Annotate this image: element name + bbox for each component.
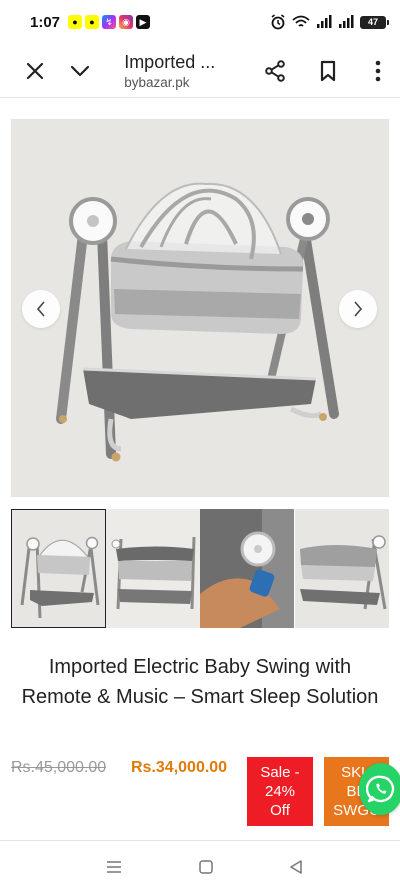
chevron-down-icon — [71, 65, 90, 76]
more-vert-icon — [375, 60, 381, 81]
signal-icon — [339, 15, 354, 28]
signal-icon — [317, 15, 332, 28]
back-icon — [290, 860, 302, 874]
thumbnail-4[interactable] — [294, 509, 390, 628]
youtube-icon: ▶ — [136, 15, 150, 29]
wifi-icon — [292, 15, 310, 27]
thumbnail-image — [12, 510, 105, 627]
whatsapp-icon — [366, 775, 395, 803]
system-status: 47 — [270, 14, 389, 30]
sale-badge-line: Sale - — [260, 764, 300, 781]
thumbnail-3[interactable] — [200, 509, 295, 628]
sale-price: Rs.34,000.00 — [131, 759, 228, 776]
recent-apps-button[interactable] — [102, 855, 126, 879]
close-button[interactable] — [13, 49, 57, 93]
sale-badge-line: 24% — [264, 783, 296, 800]
thumbnail-strip — [11, 509, 389, 628]
browser-toolbar: Imported ... bybazar.pk — [0, 44, 400, 98]
alarm-icon — [271, 14, 285, 30]
battery-icon: 47 — [360, 15, 389, 29]
share-icon — [265, 59, 285, 82]
more-menu-button[interactable] — [356, 49, 400, 93]
bookmark-icon — [320, 60, 335, 81]
instagram-icon: ◉ — [119, 15, 133, 29]
page-url: bybazar.pk — [124, 74, 190, 90]
product-title: Imported Electric Baby Swing with Remote… — [21, 656, 379, 708]
recent-apps-icon — [107, 861, 121, 873]
thumbnail-image — [294, 509, 389, 628]
home-button[interactable] — [194, 855, 218, 879]
thumbnail-image — [200, 509, 294, 628]
minimize-button[interactable] — [59, 49, 103, 93]
snapchat-icon: ● — [85, 15, 99, 29]
next-image-button[interactable] — [339, 290, 377, 328]
snapchat-icon: ● — [68, 15, 82, 29]
sale-badge-line: Off — [270, 802, 290, 819]
original-price: Rs.45,000.00 — [11, 759, 107, 776]
share-button[interactable] — [253, 49, 297, 93]
home-icon — [199, 860, 213, 874]
messenger-icon: ↯ — [102, 15, 116, 29]
close-icon — [26, 62, 43, 79]
status-bar: 1:07 ● ● ↯ ◉ ▶ 47 — [0, 0, 400, 44]
page-title: Imported ... — [124, 51, 216, 72]
previous-image-button[interactable] — [22, 290, 60, 328]
thumbnail-1[interactable] — [11, 509, 106, 628]
bookmark-button[interactable] — [306, 49, 350, 93]
system-nav-bar — [0, 840, 400, 890]
chevron-left-icon — [36, 301, 45, 317]
notification-icons: ● ● ↯ ◉ ▶ — [68, 15, 150, 29]
whatsapp-circle — [359, 763, 400, 815]
thumbnail-image — [105, 509, 200, 628]
chevron-right-icon — [354, 301, 363, 317]
status-time: 1:07 — [30, 13, 61, 31]
back-button[interactable] — [284, 855, 308, 879]
product-main-image[interactable] — [11, 119, 389, 497]
whatsapp-chat-button[interactable] — [359, 763, 400, 815]
thumbnail-2[interactable] — [105, 509, 201, 628]
page-title-block[interactable]: Imported ... bybazar.pk — [124, 52, 233, 90]
baby-swing-illustration — [11, 119, 389, 497]
sale-badge: Sale - 24% Off — [247, 757, 313, 826]
